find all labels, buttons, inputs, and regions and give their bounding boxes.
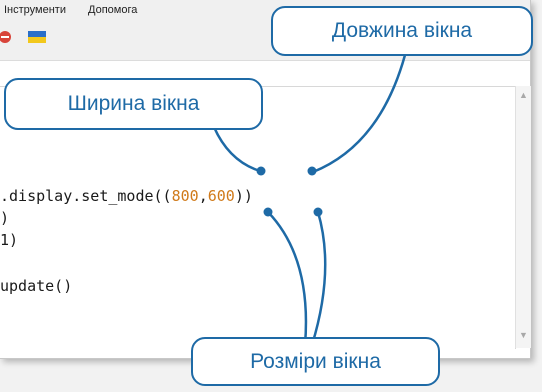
dot-length-top [307,166,317,176]
callout-window-width: Ширина вікна [4,78,263,130]
dot-width-top [256,166,266,176]
leader-length-size [310,210,327,347]
dot-width-bottom [263,207,273,217]
callout-window-sizes: Розміри вікна [191,337,440,386]
leader-width-size [266,210,308,347]
callout-window-length: Довжина вікна [271,6,533,56]
dot-length-bottom [313,207,323,217]
leader-length [311,53,407,174]
callout-leaders [208,53,407,347]
